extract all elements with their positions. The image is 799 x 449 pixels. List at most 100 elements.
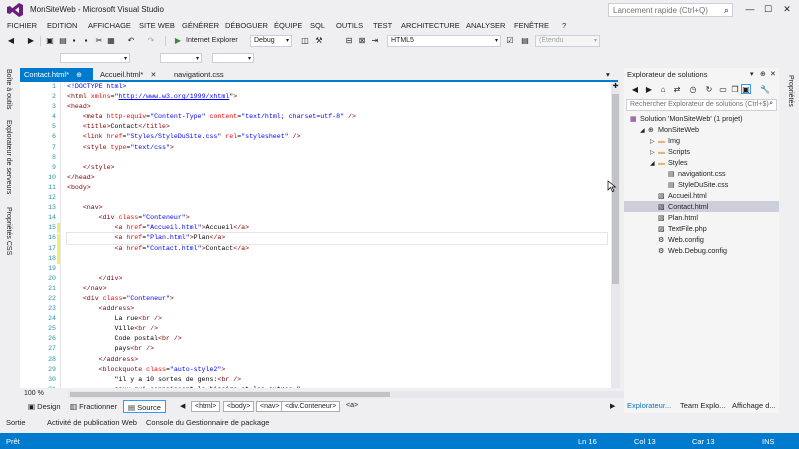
code-line[interactable]: <a href="Contact.html">Contact</a> (67, 244, 607, 254)
breadcrumb-back-icon[interactable]: ◀ (177, 401, 188, 412)
code-line[interactable]: </div> (67, 274, 607, 284)
code-area[interactable]: <!DOCTYPE html> <html xmlns="http://www.w… (66, 82, 608, 388)
code-line[interactable]: </address> (67, 355, 607, 365)
breadcrumb-nav[interactable]: <nav> (256, 401, 284, 412)
menu-analyser[interactable]: ANALYSER (466, 21, 505, 30)
code-editor[interactable]: 1 2 3 4 5 6 7 8 9 10 11 12 13 14 15 16 17 18 19 20 21 22 23 24 2… (20, 82, 618, 388)
code-line[interactable]: <head> (67, 102, 607, 112)
code-line[interactable]: <title>Contact</title> (67, 122, 607, 132)
code-line[interactable]: "il y a 10 sortes de gens:<br /> (67, 375, 607, 385)
start-debug-icon[interactable]: ▶ (173, 36, 183, 46)
menu-sql[interactable]: SQL (310, 21, 325, 30)
breadcrumb-a[interactable]: <a> (343, 401, 361, 412)
save-all-icon[interactable]: ▪ (81, 36, 91, 46)
split-icon[interactable]: ✚ (611, 82, 620, 90)
code-line[interactable]: <body> (67, 183, 607, 193)
show-all-files-icon[interactable]: ❐ (730, 85, 740, 95)
source-view-button[interactable]: ▤ Source (123, 400, 166, 413)
pin-icon[interactable]: ⊕ (760, 70, 766, 78)
breadcrumb-forward-icon[interactable]: ▶ (607, 401, 618, 412)
config-dropdown[interactable]: Debug ▾ (250, 35, 292, 47)
properties-tab[interactable]: Propriétés (787, 75, 794, 107)
code-line[interactable]: <nav> (67, 203, 607, 213)
minimize-button[interactable]: — (742, 2, 758, 16)
attach-icon[interactable]: ◫ (300, 36, 310, 46)
forward-icon[interactable]: ▶ (644, 85, 654, 95)
menu-affichage[interactable]: AFFICHAGE (88, 21, 131, 30)
close-icon[interactable]: ✕ (150, 72, 156, 79)
tree-item[interactable]: ▤ StyleDuSite.css (624, 179, 779, 190)
toolbox-tab[interactable]: Boîte à outils (5, 69, 12, 109)
code-line[interactable]: <div class="Conteneur"> (67, 294, 607, 304)
collapse-icon[interactable]: ▭ (718, 85, 728, 95)
code-line[interactable] (67, 153, 607, 163)
scroll-thumb[interactable] (70, 392, 390, 397)
indent-icon[interactable]: ⇥ (370, 36, 380, 46)
save-icon[interactable]: ▪ (69, 36, 79, 46)
back-icon[interactable]: ◀ (6, 36, 16, 46)
maximize-button[interactable]: ☐ (760, 2, 776, 16)
tree-item[interactable]: ▨ TextFile.php (624, 223, 779, 234)
tree-item[interactable]: ◢ ▬ Styles (624, 157, 779, 168)
tab-solution-explorer[interactable]: Explorateur... (627, 401, 671, 410)
tree-item[interactable]: ▧ Contact.html (624, 201, 779, 212)
close-icon[interactable]: ✕ (770, 70, 776, 78)
dropdown-icon[interactable]: ▾ (750, 70, 754, 78)
font-dropdown[interactable]: ▾ (160, 53, 202, 63)
vertical-scrollbar[interactable]: ✚ (611, 82, 620, 388)
css-properties-tab[interactable]: Propriétés CSS (5, 207, 12, 255)
menu-architecture[interactable]: ARCHITECTURE (401, 21, 460, 30)
code-line[interactable]: <blockquote class="auto-style2"> (67, 365, 607, 375)
tree-item[interactable]: ▧ Plan.html (624, 212, 779, 223)
block-format-dropdown[interactable]: ▾ (60, 53, 130, 63)
menu-site-web[interactable]: SITE WEB (139, 21, 175, 30)
tree-item[interactable]: ▧ Accueil.html (624, 190, 779, 201)
breadcrumb-body[interactable]: <body> (223, 401, 255, 412)
back-icon[interactable]: ◀ (630, 85, 640, 95)
sync-icon[interactable]: ⇄ (672, 85, 682, 95)
code-line[interactable]: <div class="Conteneur"> (67, 213, 607, 223)
breadcrumb-div[interactable]: <div.Conteneur> (281, 401, 341, 412)
menu-outils[interactable]: OUTILS (336, 21, 363, 30)
code-line[interactable]: </head> (67, 173, 607, 183)
tree-item[interactable]: ◢ ⊕ MonSiteWeb (624, 124, 779, 135)
cut-icon[interactable]: ✂ (94, 36, 104, 46)
paste-icon[interactable]: ▦ (106, 36, 116, 46)
horizontal-scrollbar[interactable] (68, 391, 630, 398)
tree-item[interactable]: ▤ navigationt.css (624, 168, 779, 179)
menu-test[interactable]: TEST (373, 21, 392, 30)
tools-icon[interactable]: ⚒ (314, 36, 324, 46)
server-explorer-tab[interactable]: Explorateur de serveurs (5, 120, 12, 194)
format-icon[interactable]: ▤ (520, 36, 530, 46)
code-line[interactable]: <address> (67, 304, 607, 314)
menu-deboguer[interactable]: DÉBOGUER (225, 21, 268, 30)
code-line[interactable]: ceux qui connaissent le binaire et les a… (67, 385, 607, 388)
design-view-button[interactable]: ▣ Design (24, 400, 65, 413)
redo-icon[interactable]: ↷ (146, 36, 156, 46)
code-line[interactable]: <!DOCTYPE html> (67, 82, 607, 92)
code-line[interactable]: pays<br /> (67, 344, 607, 354)
breadcrumb-html[interactable]: <html> (191, 401, 221, 412)
menu-equipe[interactable]: ÉQUIPE (274, 21, 302, 30)
code-line[interactable]: <style type="text/css"> (67, 143, 607, 153)
history-icon[interactable]: ◷ (688, 85, 698, 95)
zoom-level[interactable]: 100 % (24, 390, 44, 397)
tab-class-view[interactable]: Affichage d... (732, 401, 776, 410)
tree-item[interactable]: ⚙ Web.config (624, 234, 779, 245)
tab-package-manager-console[interactable]: Console du Gestionnaire de package (146, 418, 269, 427)
home-icon[interactable]: ⌂ (658, 85, 668, 95)
code-line[interactable]: Code postal<br /> (67, 334, 607, 344)
tab-output[interactable]: Sortie (6, 418, 26, 427)
bookmark-icon[interactable]: ⊠ (357, 36, 367, 46)
code-line[interactable] (67, 264, 607, 274)
preview-icon[interactable]: ▣ (741, 84, 751, 94)
font-size-dropdown[interactable]: ▾ (212, 53, 254, 63)
tree-item[interactable]: ▦ Solution 'MonSiteWeb' (1 projet) (624, 113, 779, 124)
new-project-icon[interactable]: ▣ (45, 36, 55, 46)
validate-icon[interactable]: ☑ (505, 36, 515, 46)
code-line[interactable]: La rue<br /> (67, 314, 607, 324)
forward-icon[interactable]: ▶ (26, 36, 36, 46)
menu-help[interactable]: ? (562, 21, 566, 30)
browser-selector[interactable]: Internet Explorer (186, 36, 242, 46)
code-line[interactable] (67, 193, 607, 203)
